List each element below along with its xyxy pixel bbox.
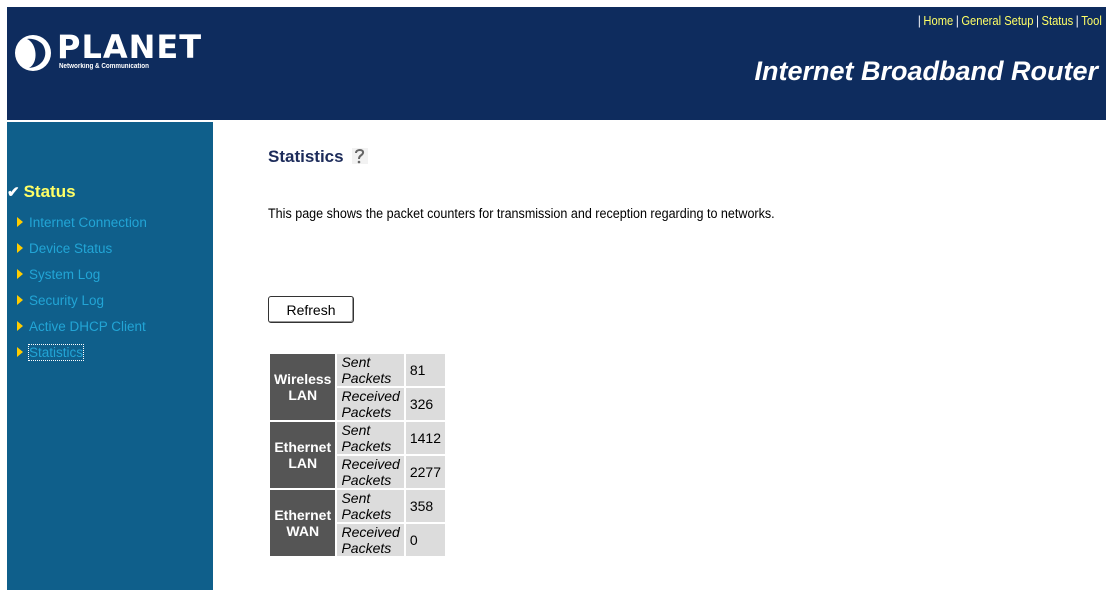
- checkmark-icon: ✔: [7, 184, 20, 201]
- sidebar-item-statistics[interactable]: Statistics: [17, 344, 147, 370]
- table-row: Ethernet WAN Sent Packets 358: [270, 490, 445, 556]
- group-cell: Ethernet LAN: [270, 422, 336, 488]
- row-label: Received Packets: [337, 456, 404, 488]
- row-value: 326: [405, 388, 445, 420]
- sidebar-item-label: Device Status: [29, 241, 113, 256]
- row-label: Sent Packets: [337, 354, 404, 386]
- arrow-right-icon: [17, 243, 23, 253]
- sidebar-item-active-dhcp-client[interactable]: Active DHCP Client: [17, 318, 147, 344]
- row-value: 358: [405, 490, 445, 522]
- sidebar-item-security-log[interactable]: Security Log: [17, 292, 147, 318]
- arrow-right-icon: [17, 347, 23, 357]
- nav-home-link[interactable]: Home: [924, 13, 954, 28]
- sidebar-item-label: Security Log: [29, 293, 105, 308]
- product-title: Internet Broadband Router: [754, 56, 1098, 86]
- row-value: 1412: [405, 422, 445, 454]
- row-value: 81: [405, 354, 445, 386]
- sidebar-item-device-status[interactable]: Device Status: [17, 240, 147, 266]
- help-icon[interactable]: [350, 146, 370, 166]
- sidebar: ✔ Status Internet Connection Device Statu…: [7, 122, 213, 590]
- page-title: Statistics: [268, 146, 370, 167]
- page-title-text: Statistics: [268, 147, 344, 166]
- group-cell: Ethernet WAN: [270, 490, 336, 556]
- row-value: 2277: [405, 456, 445, 488]
- sidebar-menu: Internet Connection Device Status System…: [17, 214, 147, 370]
- table-row: Ethernet LAN Sent Packets 1412: [270, 422, 445, 488]
- row-label: Received Packets: [337, 388, 404, 420]
- row-label: Sent Packets: [337, 490, 404, 522]
- refresh-button[interactable]: Refresh: [268, 296, 354, 323]
- sidebar-item-label: Statistics: [27, 344, 85, 361]
- row-label: Sent Packets: [337, 422, 404, 454]
- nav-status-link[interactable]: Status: [1042, 13, 1074, 28]
- statistics-table: Wireless LAN Sent Packets 81 Received Pa…: [268, 352, 447, 558]
- sidebar-heading[interactable]: ✔ Status: [7, 182, 76, 202]
- planet-globe-icon: [15, 35, 51, 71]
- header-banner: PLANET Networking & Communication | Home |…: [7, 7, 1106, 120]
- group-cell: Wireless LAN: [270, 354, 336, 420]
- sidebar-item-label: System Log: [29, 267, 101, 282]
- row-label: Received Packets: [337, 524, 404, 556]
- sidebar-heading-label: Status: [23, 182, 76, 201]
- arrow-right-icon: [17, 217, 23, 227]
- sidebar-item-system-log[interactable]: System Log: [17, 266, 147, 292]
- planet-logo[interactable]: PLANET Networking & Communication: [13, 29, 201, 77]
- nav-general-setup-link[interactable]: General Setup: [962, 13, 1034, 28]
- row-value: 0: [405, 524, 445, 556]
- brand-name: PLANET: [57, 28, 203, 66]
- table-row: Wireless LAN Sent Packets 81: [270, 354, 445, 420]
- sidebar-item-label: Internet Connection: [29, 215, 147, 230]
- arrow-right-icon: [17, 321, 23, 331]
- nav-tool-link[interactable]: Tool: [1081, 13, 1102, 28]
- page-description: This page shows the packet counters for …: [268, 206, 775, 221]
- sidebar-item-label: Active DHCP Client: [29, 319, 146, 334]
- top-nav: | Home | General Setup | Status | Tool: [918, 13, 1102, 28]
- arrow-right-icon: [17, 295, 23, 305]
- arrow-right-icon: [17, 269, 23, 279]
- sidebar-item-internet-connection[interactable]: Internet Connection: [17, 214, 147, 240]
- brand-tagline: Networking & Communication: [59, 63, 149, 70]
